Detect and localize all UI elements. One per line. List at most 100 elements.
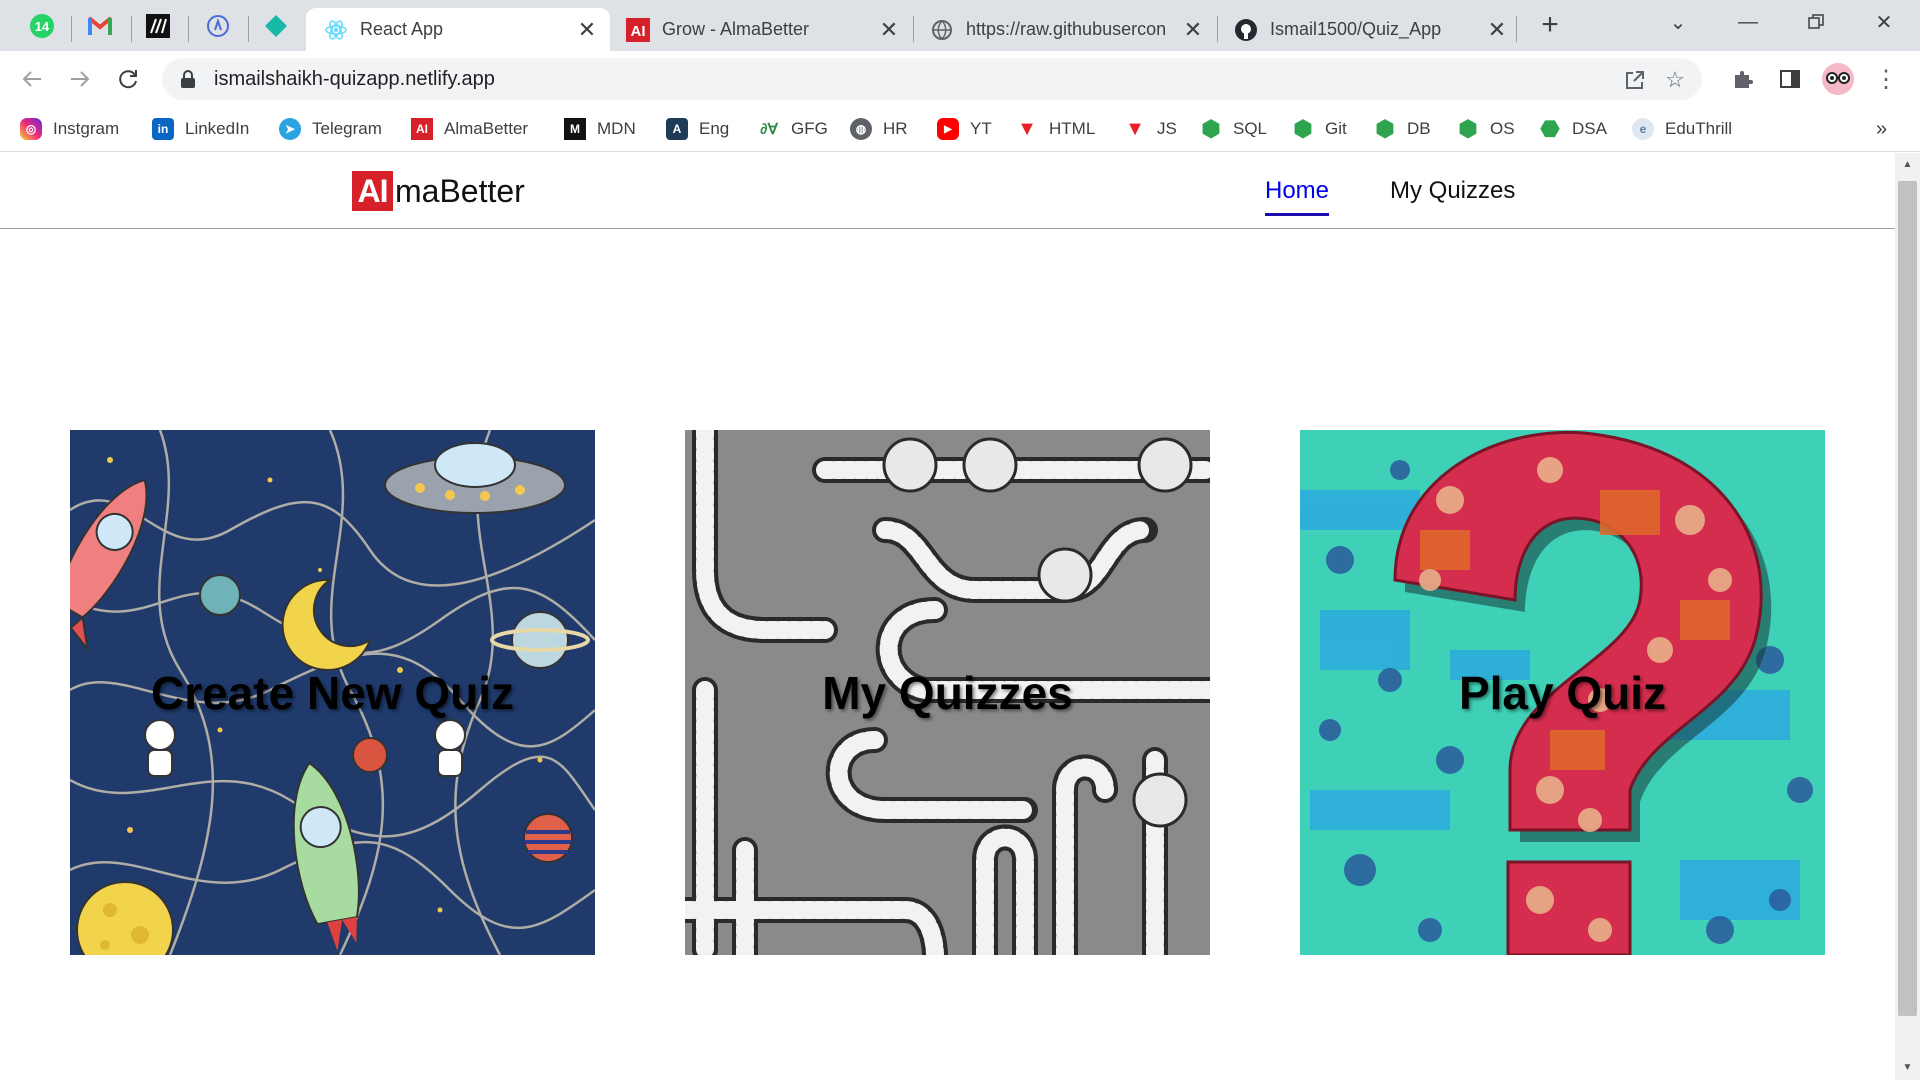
bookmark-os[interactable]: ⬢ OS: [1457, 116, 1514, 142]
url-text: ismailshaikh-quizapp.netlify.app: [214, 68, 495, 90]
bookmark-hr[interactable]: ◍ HR: [850, 116, 908, 142]
side-panel-button[interactable]: [1772, 61, 1808, 97]
avatar-glasses-icon: [1822, 63, 1854, 95]
restore-button[interactable]: [1796, 6, 1836, 38]
bookmark-sql[interactable]: ⬢ SQL: [1200, 116, 1267, 142]
bookmark-eng[interactable]: A Eng: [666, 116, 729, 142]
pinned-tab-mdn[interactable]: [142, 12, 174, 40]
hexagon-icon: ⬢: [1458, 116, 1478, 141]
hexagon-icon: ⬢: [1293, 116, 1313, 141]
browser-toolbar: ismailshaikh-quizapp.netlify.app ☆ ⋮: [0, 51, 1920, 107]
mdn-icon: [146, 14, 170, 38]
close-tab-icon[interactable]: ✕: [576, 18, 598, 41]
svg-text:14: 14: [35, 19, 50, 34]
logo-mark: AI: [352, 171, 393, 211]
bookmark-eduthrill[interactable]: e EduThrill: [1632, 116, 1732, 142]
globe-icon: ◍: [850, 118, 872, 140]
extensions-button[interactable]: [1725, 61, 1761, 97]
puzzle-icon: [1735, 71, 1753, 88]
mdn-icon: M: [564, 118, 586, 140]
globe-icon: [930, 18, 954, 42]
bookmark-mdn[interactable]: M MDN: [564, 116, 636, 142]
youtube-icon: ▶: [937, 118, 959, 140]
menu-kebab-icon[interactable]: ⋮: [1868, 61, 1904, 97]
address-bar[interactable]: ismailshaikh-quizapp.netlify.app ☆: [162, 58, 1702, 100]
react-icon: [324, 18, 348, 42]
bookmark-yt[interactable]: ▶ YT: [937, 116, 992, 142]
page-scrollbar[interactable]: ▲ ▼: [1895, 153, 1920, 1080]
linkedin-icon: in: [152, 118, 174, 140]
w3-icon: ▼: [1017, 117, 1037, 140]
pinned-tab-gmail[interactable]: [84, 12, 116, 40]
close-tab-icon[interactable]: ✕: [1182, 18, 1204, 41]
bookmark-dsa[interactable]: ⬣ DSA: [1539, 116, 1607, 142]
back-button[interactable]: [14, 61, 50, 97]
nav-home-link[interactable]: Home: [1265, 177, 1330, 216]
tab-title: Ismail1500/Quiz_App: [1270, 19, 1442, 39]
github-icon: [1234, 18, 1258, 42]
whatsapp-icon: 14: [30, 14, 54, 38]
bookmark-html[interactable]: ▼ HTML: [1016, 116, 1095, 142]
new-tab-button[interactable]: +: [1530, 8, 1570, 41]
bookmark-js[interactable]: ▼ JS: [1124, 116, 1177, 142]
app-navbar: AI maBetter Home My Quizzes: [0, 153, 1895, 229]
dsa-icon: ⬣: [1540, 116, 1560, 141]
diamond-icon: [265, 15, 287, 37]
card-title: My Quizzes: [822, 666, 1073, 719]
instagram-icon: ◎: [20, 118, 42, 140]
w3-icon: ▼: [1125, 117, 1145, 140]
scroll-down-arrow-icon[interactable]: ▼: [1895, 1058, 1920, 1078]
tab-almabetter[interactable]: AI Grow - AlmaBetter ✕: [612, 8, 912, 51]
tab-github-quiz-app[interactable]: Ismail1500/Quiz_App ✕: [1220, 8, 1520, 51]
close-tab-icon[interactable]: ✕: [878, 18, 900, 41]
profile-avatar[interactable]: [1820, 61, 1856, 97]
eduthrill-icon: e: [1632, 118, 1654, 140]
tab-raw-githubusercontent[interactable]: https://raw.githubusercon ✕: [916, 8, 1216, 51]
share-icon[interactable]: [1622, 67, 1648, 93]
svg-text:AI: AI: [631, 23, 646, 40]
play-quiz-card[interactable]: Play Quiz: [1300, 430, 1825, 955]
tab-title: Grow - AlmaBetter: [662, 19, 810, 39]
more-bookmarks-chevron-icon[interactable]: »: [1876, 116, 1887, 142]
pinned-tab-diamond[interactable]: [260, 12, 292, 40]
forward-arrow-icon: [71, 71, 90, 87]
close-window-button[interactable]: ✕: [1864, 6, 1904, 38]
tab-title: React App: [360, 19, 444, 39]
tab-title: https://raw.githubusercon: [966, 19, 1167, 39]
card-title: Create New Quiz: [151, 666, 514, 719]
almabetter-icon: AI: [626, 17, 650, 42]
telegram-icon: ➤: [279, 118, 301, 140]
reload-button[interactable]: [110, 61, 146, 97]
back-arrow-icon: [22, 71, 41, 87]
bookmark-star-icon[interactable]: ☆: [1662, 67, 1688, 93]
gfg-icon: ∂Ɐ: [760, 121, 778, 138]
gmail-icon: [87, 16, 113, 35]
hexagon-icon: ⬢: [1375, 116, 1395, 141]
scroll-up-arrow-icon[interactable]: ▲: [1895, 155, 1920, 175]
almabetter-icon: AI: [411, 118, 433, 140]
nav-my-quizzes-link[interactable]: My Quizzes: [1390, 177, 1515, 213]
bookmark-almabetter[interactable]: AI AlmaBetter: [411, 116, 528, 142]
bookmark-instagram[interactable]: ◎ Instgram: [20, 116, 119, 142]
reload-icon: [119, 70, 137, 89]
page-content: AI maBetter Home My Quizzes Create New Q…: [0, 153, 1895, 1080]
bookmark-gfg[interactable]: ∂Ɐ GFG: [758, 116, 828, 142]
minimize-button[interactable]: —: [1728, 6, 1768, 38]
close-tab-icon[interactable]: ✕: [1486, 18, 1508, 41]
tab-strip: 14 React App ✕ AI Grow - AlmaBetter ✕ ht…: [0, 0, 1920, 51]
scrollbar-thumb[interactable]: [1898, 181, 1917, 1016]
bookmark-telegram[interactable]: ➤ Telegram: [279, 116, 382, 142]
my-quizzes-card[interactable]: My Quizzes: [685, 430, 1210, 955]
tab-search-chevron-icon[interactable]: ⌄: [1658, 6, 1698, 38]
create-new-quiz-card[interactable]: Create New Quiz: [70, 430, 595, 955]
lock-icon: [181, 70, 195, 88]
bookmark-linkedin[interactable]: in LinkedIn: [152, 116, 249, 142]
translate-icon: A: [666, 118, 688, 140]
pinned-tab-react-dev[interactable]: [202, 12, 234, 40]
pinned-tab-whatsapp[interactable]: 14: [26, 12, 58, 40]
almabetter-logo[interactable]: AI maBetter: [352, 171, 525, 211]
tab-react-app[interactable]: React App ✕: [306, 8, 610, 51]
bookmark-git[interactable]: ⬢ Git: [1292, 116, 1346, 142]
forward-button[interactable]: [62, 61, 98, 97]
bookmark-db[interactable]: ⬢ DB: [1374, 116, 1430, 142]
